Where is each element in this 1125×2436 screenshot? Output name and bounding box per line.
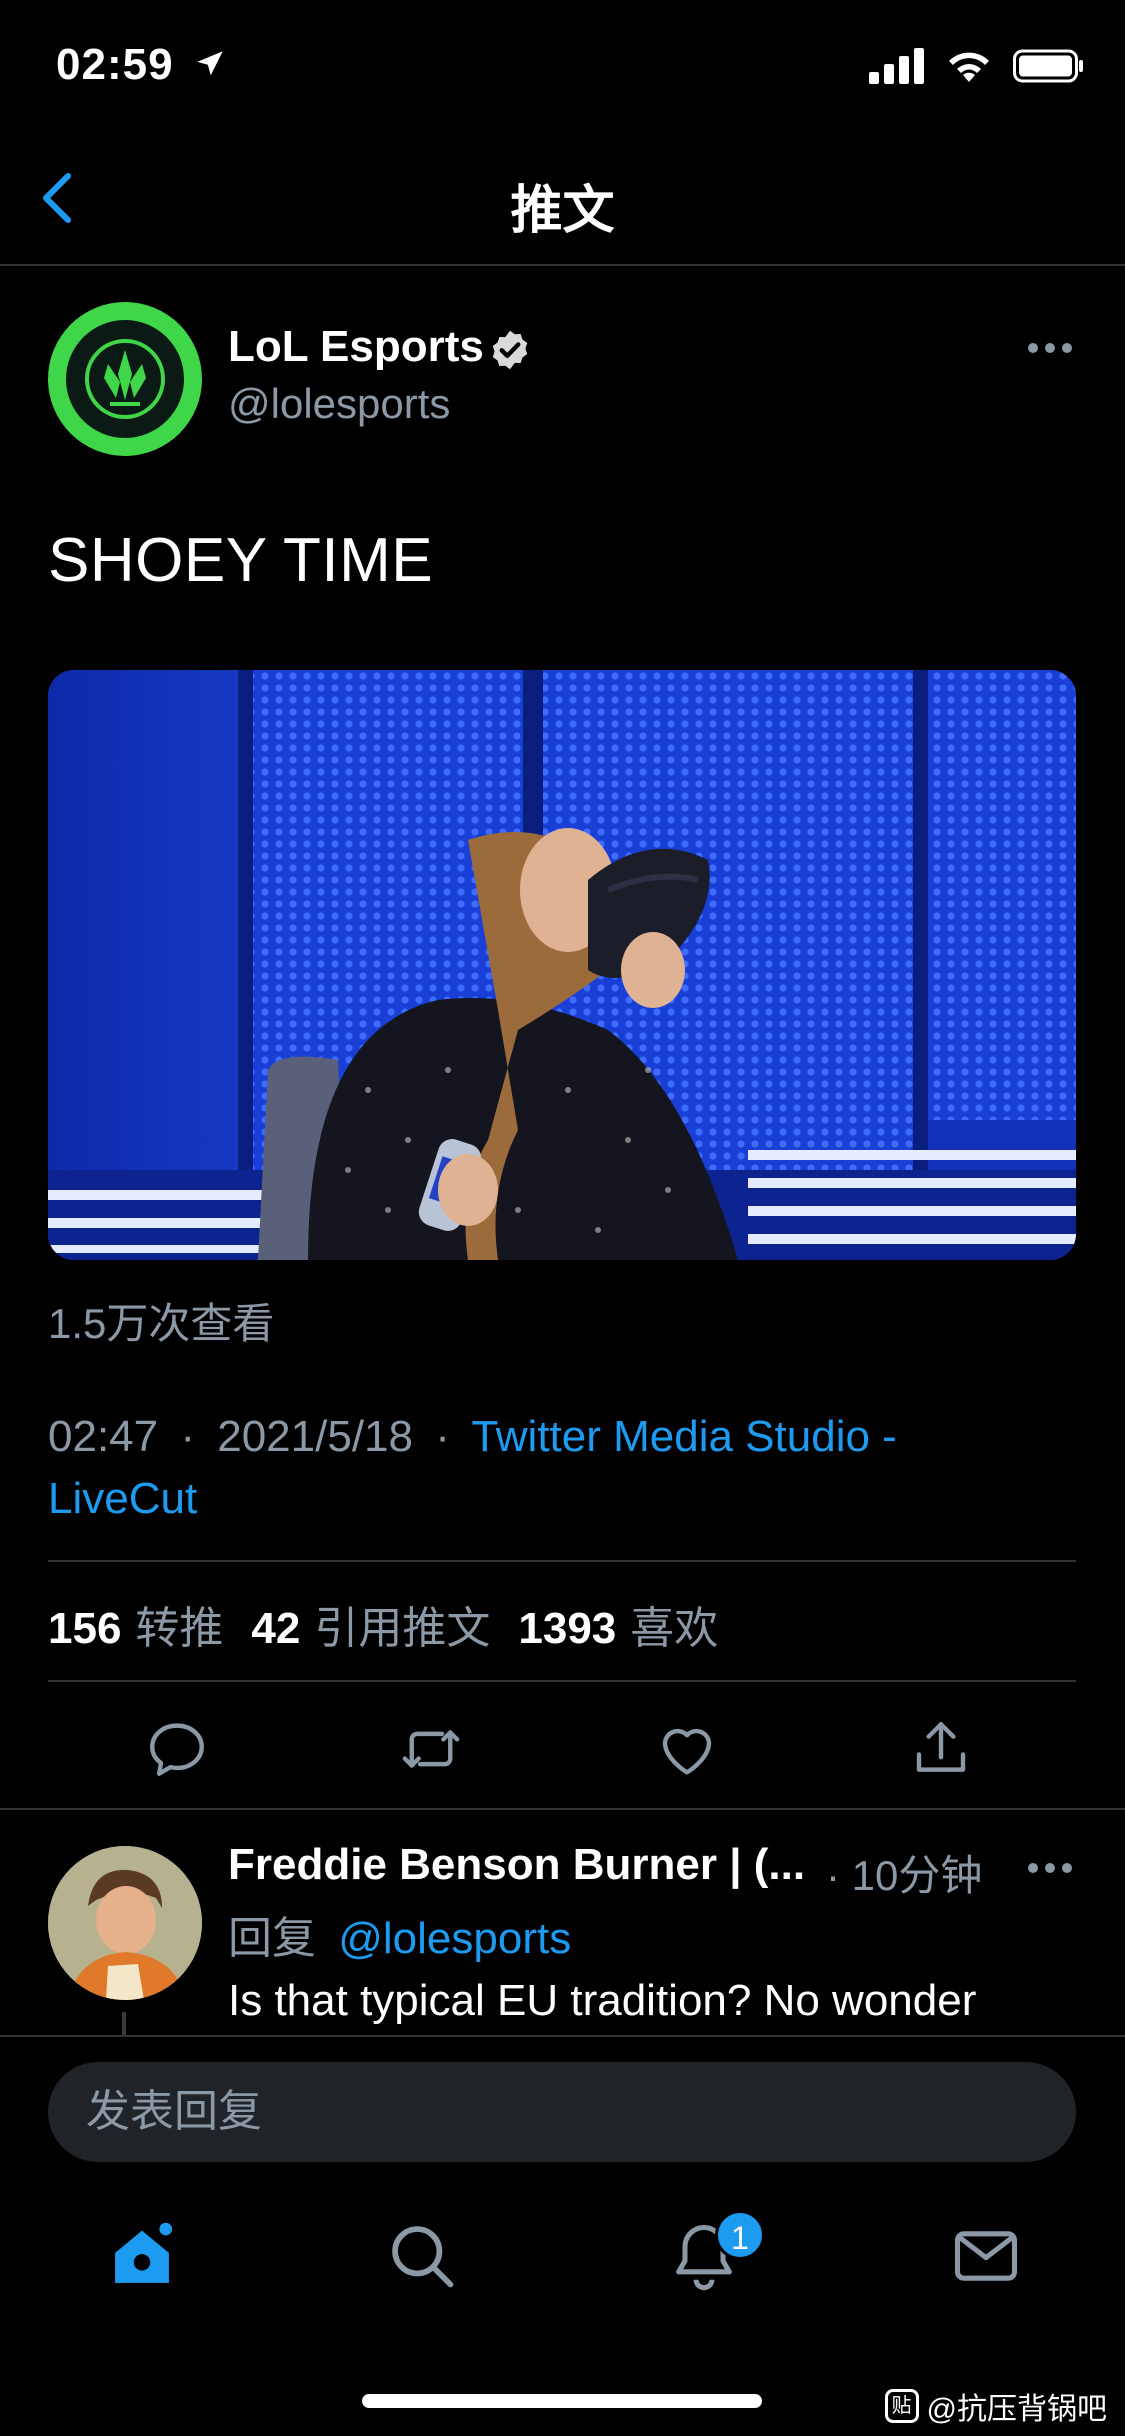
notification-badge: 1	[715, 2210, 765, 2260]
cellular-signal-icon	[869, 48, 924, 84]
more-options-icon[interactable]	[1025, 340, 1075, 356]
stats-divider-top	[48, 1560, 1076, 1562]
meta-separator: ·	[435, 1412, 450, 1461]
reply-author-avatar[interactable]	[48, 1846, 202, 2000]
retweet-icon[interactable]	[398, 1716, 464, 1782]
like-heart-icon[interactable]	[654, 1716, 720, 1782]
replying-to: 回复 @lolesports	[228, 1914, 572, 1963]
home-tab-icon[interactable]	[104, 2218, 180, 2294]
replying-to-handle[interactable]: @lolesports	[338, 1914, 571, 1963]
meta-separator: ·	[180, 1412, 195, 1461]
reply-more-options-icon[interactable]	[1025, 1860, 1075, 1876]
reply-time: · 10分钟	[826, 1852, 983, 1899]
like-stat[interactable]: 1393 喜欢	[518, 1592, 718, 1656]
tweet-meta: 02:47 · 2021/5/18 · Twitter Media Studio…	[48, 1406, 1048, 1530]
author-avatar[interactable]	[48, 302, 202, 456]
share-icon[interactable]	[908, 1716, 974, 1782]
tweet-source-link[interactable]: Twitter Media Studio - LiveCut	[48, 1412, 897, 1523]
header-divider	[0, 264, 1125, 266]
search-tab-icon[interactable]	[384, 2218, 460, 2294]
home-indicator[interactable]	[362, 2394, 762, 2408]
wifi-icon	[949, 52, 989, 82]
author-handle[interactable]: @lolesports	[228, 380, 450, 428]
tieba-icon: 贴	[884, 2389, 919, 2423]
status-indicators	[869, 48, 1085, 84]
page-title: 推文	[510, 182, 615, 240]
actions-divider	[0, 1808, 1125, 1810]
tweet-media-video[interactable]	[48, 670, 1076, 1260]
quote-tweet-stat[interactable]: 42 引用推文	[251, 1592, 490, 1656]
tweet-text: SHOEY TIME	[48, 526, 434, 595]
stats-divider-bottom	[48, 1680, 1076, 1682]
reply-text: Is that typical EU tradition? No wonder	[228, 1976, 977, 2025]
battery-icon	[1013, 49, 1083, 83]
tweet-date: 2021/5/18	[217, 1412, 413, 1461]
retweet-stat[interactable]: 156 转推	[48, 1592, 223, 1656]
author-name[interactable]: LoL Esports	[228, 322, 484, 372]
reply-author-name[interactable]: Freddie Benson Burner | (...	[228, 1840, 805, 1890]
engagement-stats: 156 转推 42 引用推文 1393 喜欢	[48, 1592, 718, 1656]
avatar-portrait	[48, 1846, 202, 2000]
tweet-time: 02:47	[48, 1412, 159, 1461]
watermark-text: @抗压背锅吧	[926, 2393, 1107, 2426]
video-frame-illustration	[48, 670, 1076, 1260]
status-time: 02:59	[56, 40, 227, 90]
messages-tab-icon[interactable]	[948, 2218, 1024, 2294]
view-count: 1.5万次查看	[48, 1300, 275, 1347]
verified-badge-icon	[492, 330, 528, 370]
reply-compose-input[interactable]: 发表回复	[48, 2062, 1076, 2162]
location-arrow-icon	[197, 51, 223, 76]
watermark: 贴 @抗压背锅吧	[884, 2384, 1107, 2428]
lol-esports-logo-icon	[85, 339, 165, 419]
reply-icon[interactable]	[144, 1716, 210, 1782]
